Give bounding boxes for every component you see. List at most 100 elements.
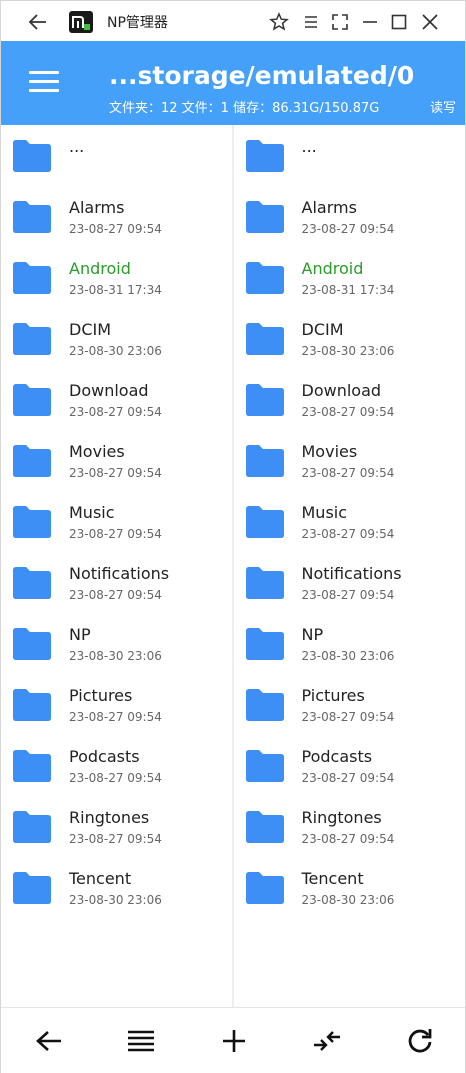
left-pane: ... Alarms 23-08-27 09:54 Android 23-08-31 1… bbox=[1, 125, 234, 1007]
folder-row[interactable]: Android 23-08-31 17:34 bbox=[1, 247, 232, 308]
folder-row[interactable]: Android 23-08-31 17:34 bbox=[234, 247, 466, 308]
folder-row[interactable]: Music 23-08-27 09:54 bbox=[234, 491, 466, 552]
folder-row[interactable]: Tencent 23-08-30 23:06 bbox=[234, 857, 466, 918]
file-date: 23-08-27 09:54 bbox=[301, 527, 395, 541]
file-date: 23-08-27 09:54 bbox=[69, 588, 162, 602]
file-name: NP bbox=[301, 625, 324, 644]
app-title: NP管理器 bbox=[107, 15, 168, 31]
folder-icon bbox=[245, 628, 284, 660]
folder-icon bbox=[13, 262, 51, 294]
current-path[interactable]: ...storage/emulated/0 bbox=[109, 61, 414, 90]
menu-lines-icon[interactable] bbox=[301, 12, 321, 32]
file-date: 23-08-30 23:06 bbox=[69, 649, 162, 663]
folder-row[interactable]: Movies 23-08-27 09:54 bbox=[1, 430, 232, 491]
folder-row[interactable]: Tencent 23-08-30 23:06 bbox=[1, 857, 232, 918]
storage-stats: 文件夹：12 文件：1 储存：86.31G/150.87G bbox=[109, 101, 380, 116]
title-bar: NP管理器 bbox=[1, 1, 465, 41]
folder-row[interactable]: Notifications 23-08-27 09:54 bbox=[234, 552, 466, 613]
folder-icon bbox=[13, 872, 51, 904]
parent-folder-row[interactable]: ... bbox=[1, 125, 232, 186]
folder-row[interactable]: Download 23-08-27 09:54 bbox=[234, 369, 466, 430]
app-logo-icon bbox=[69, 11, 93, 33]
folder-row[interactable]: Alarms 23-08-27 09:54 bbox=[234, 186, 466, 247]
folder-row[interactable]: DCIM 23-08-30 23:06 bbox=[234, 308, 466, 369]
folder-row[interactable]: Alarms 23-08-27 09:54 bbox=[1, 186, 232, 247]
file-date: 23-08-30 23:06 bbox=[301, 893, 395, 907]
file-name: NP bbox=[69, 625, 91, 644]
file-name: Tencent bbox=[69, 869, 132, 888]
plus-icon[interactable] bbox=[219, 1027, 249, 1055]
file-name: Podcasts bbox=[301, 747, 373, 766]
file-date: 23-08-27 09:54 bbox=[301, 466, 395, 480]
file-name: Movies bbox=[69, 442, 125, 461]
folder-row[interactable]: Podcasts 23-08-27 09:54 bbox=[1, 735, 232, 796]
file-date: 23-08-30 23:06 bbox=[301, 649, 395, 663]
refresh-icon[interactable] bbox=[405, 1027, 435, 1055]
folder-icon bbox=[245, 445, 284, 477]
file-name: Tencent bbox=[301, 869, 364, 888]
folder-row[interactable]: Podcasts 23-08-27 09:54 bbox=[234, 735, 466, 796]
file-date: 23-08-27 09:54 bbox=[301, 710, 395, 724]
file-date: 23-08-27 09:54 bbox=[69, 710, 162, 724]
right-pane: ... Alarms 23-08-27 09:54 Android 23-08-31 1… bbox=[234, 125, 466, 1007]
app-window: NP管理器 ...storage/emulated/0 文件夹：12 文件：1 … bbox=[0, 0, 466, 1073]
folder-row[interactable]: Pictures 23-08-27 09:54 bbox=[234, 674, 466, 735]
folder-icon bbox=[13, 811, 51, 843]
file-name: ... bbox=[69, 137, 85, 156]
file-date: 23-08-27 09:54 bbox=[301, 771, 395, 785]
file-name: Alarms bbox=[301, 198, 357, 217]
file-date: 23-08-27 09:54 bbox=[69, 466, 162, 480]
folder-icon bbox=[13, 201, 51, 233]
back-arrow-icon[interactable] bbox=[27, 11, 49, 33]
file-name: Movies bbox=[301, 442, 358, 461]
folder-icon bbox=[245, 384, 284, 416]
fullscreen-icon[interactable] bbox=[330, 12, 350, 32]
folder-row[interactable]: Download 23-08-27 09:54 bbox=[1, 369, 232, 430]
file-date: 23-08-30 23:06 bbox=[69, 344, 162, 358]
file-date: 23-08-31 17:34 bbox=[301, 283, 395, 297]
folder-icon bbox=[245, 262, 284, 294]
parent-folder-row[interactable]: ... bbox=[234, 125, 466, 186]
folder-icon bbox=[13, 506, 51, 538]
folder-row[interactable]: Ringtones 23-08-27 09:54 bbox=[234, 796, 466, 857]
swap-panes-icon[interactable] bbox=[312, 1027, 342, 1055]
file-name: ... bbox=[301, 137, 317, 156]
file-panes: ... Alarms 23-08-27 09:54 Android 23-08-31 1… bbox=[1, 125, 465, 1007]
folder-icon bbox=[245, 811, 284, 843]
folder-icon bbox=[13, 323, 51, 355]
file-name: Pictures bbox=[301, 686, 365, 705]
folder-row[interactable]: Movies 23-08-27 09:54 bbox=[234, 430, 466, 491]
folder-row[interactable]: Ringtones 23-08-27 09:54 bbox=[1, 796, 232, 857]
folder-row[interactable]: NP 23-08-30 23:06 bbox=[234, 613, 466, 674]
folder-row[interactable]: Music 23-08-27 09:54 bbox=[1, 491, 232, 552]
folder-row[interactable]: DCIM 23-08-30 23:06 bbox=[1, 308, 232, 369]
maximize-icon[interactable] bbox=[389, 12, 409, 32]
file-date: 23-08-27 09:54 bbox=[69, 771, 162, 785]
file-date: 23-08-27 09:54 bbox=[301, 405, 395, 419]
bottom-toolbar bbox=[1, 1007, 465, 1073]
pin-icon[interactable] bbox=[269, 12, 289, 32]
list-menu-icon[interactable] bbox=[126, 1027, 156, 1055]
folder-icon bbox=[13, 750, 51, 782]
folder-row[interactable]: NP 23-08-30 23:06 bbox=[1, 613, 232, 674]
folder-icon bbox=[13, 628, 51, 660]
file-name: Notifications bbox=[301, 564, 402, 583]
file-date: 23-08-27 09:54 bbox=[69, 527, 162, 541]
back-arrow-icon[interactable] bbox=[34, 1027, 64, 1055]
folder-row[interactable]: Notifications 23-08-27 09:54 bbox=[1, 552, 232, 613]
drawer-menu-icon[interactable] bbox=[29, 71, 59, 93]
file-name: Music bbox=[69, 503, 115, 522]
minimize-icon[interactable] bbox=[360, 12, 380, 32]
folder-row[interactable]: Pictures 23-08-27 09:54 bbox=[1, 674, 232, 735]
folder-icon bbox=[245, 323, 284, 355]
folder-icon bbox=[13, 689, 51, 721]
close-icon[interactable] bbox=[420, 12, 440, 32]
read-write-label[interactable]: 读写 bbox=[430, 97, 456, 116]
file-date: 23-08-31 17:34 bbox=[69, 283, 162, 297]
file-name: Download bbox=[301, 381, 382, 400]
folder-icon bbox=[13, 445, 51, 477]
file-date: 23-08-30 23:06 bbox=[301, 344, 395, 358]
folder-icon bbox=[245, 567, 284, 599]
folder-icon bbox=[245, 872, 284, 904]
folder-icon bbox=[13, 140, 51, 172]
